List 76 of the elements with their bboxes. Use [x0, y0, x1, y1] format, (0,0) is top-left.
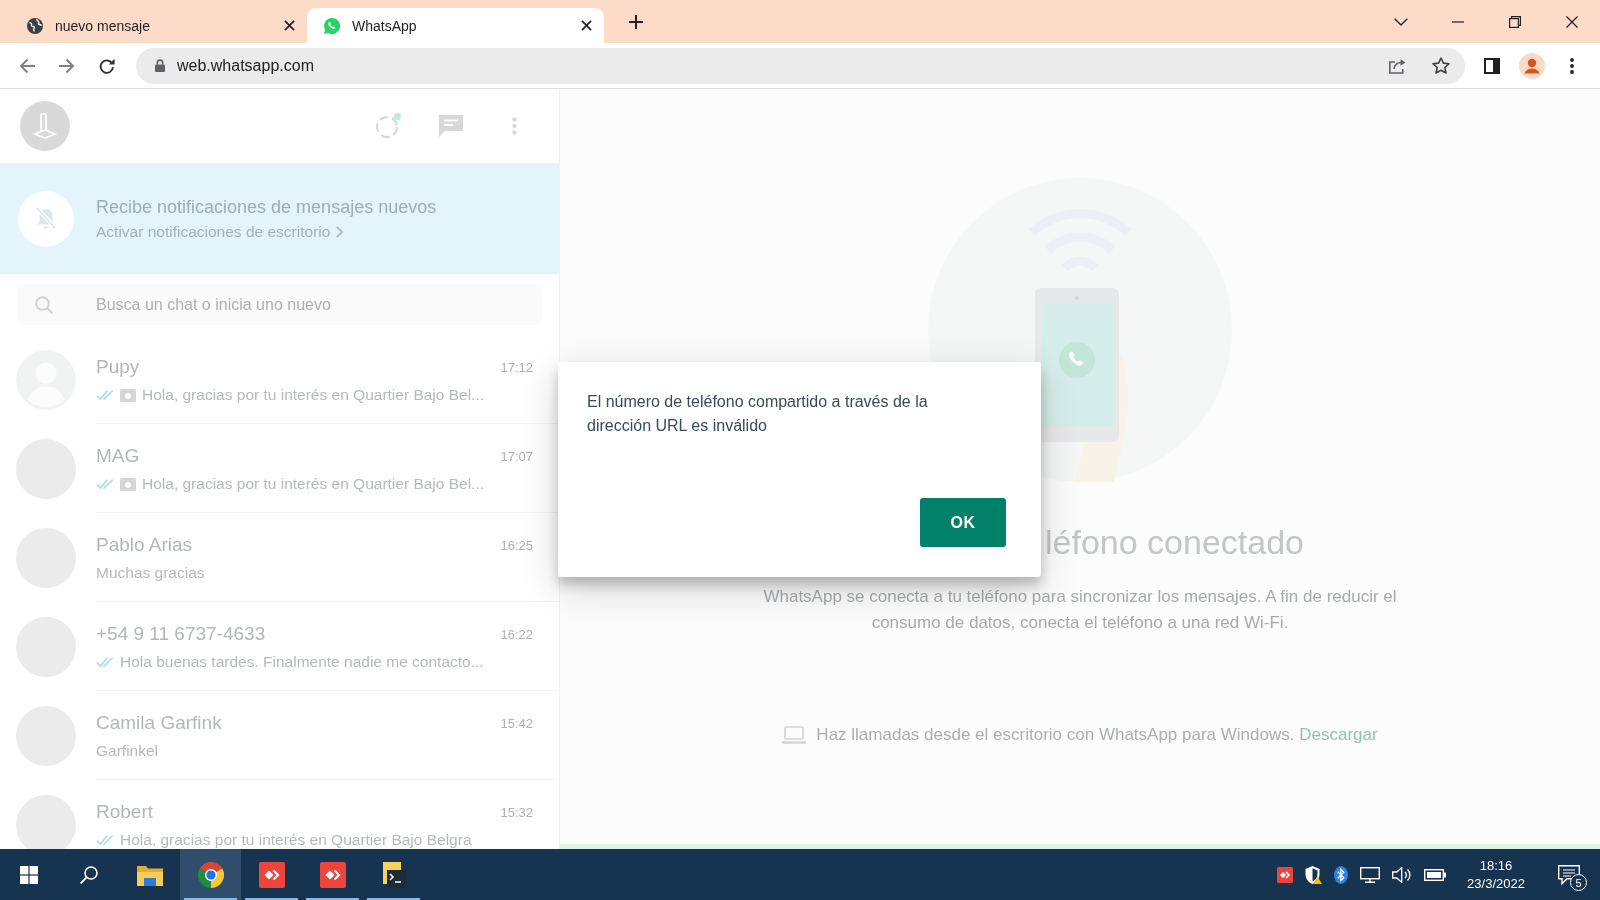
- chat-time: 16:22: [500, 626, 533, 642]
- message-preview: Hola buenas tardes. Finalmente nadie me contacto...: [120, 653, 484, 671]
- search-field[interactable]: Busca un chat o inicia uno nuevo: [17, 284, 542, 325]
- menu-icon: [511, 117, 517, 135]
- browser-icon: [197, 861, 224, 888]
- bluetooth-icon[interactable]: [1334, 865, 1348, 884]
- message-preview: Hola, gracias por tu interés en Quartier Bajo Belgra: [120, 831, 472, 849]
- network-icon[interactable]: [1360, 866, 1380, 883]
- globe-icon: [27, 17, 43, 34]
- chat-item[interactable]: MAG 17:07 Hola, gracias por tu interés en Quartier Bajo Bel...: [0, 424, 559, 513]
- chat-item[interactable]: Pablo Arias 16:25 Muchas gracias: [0, 513, 559, 602]
- chat-name: Pupy: [96, 356, 140, 378]
- arrow-right-icon: [59, 57, 75, 74]
- notification-center-button[interactable]: 5: [1538, 849, 1600, 900]
- reload-icon: [99, 57, 115, 74]
- intro-description: WhatsApp se conecta a tu teléfono para sincronizar los mensajes. A fin de reducir el consumo de datos, conecta el teléfono a una red Wi-Fi.: [762, 586, 1398, 634]
- message-preview: Hola, gracias por tu interés en Quartier Bajo Bel...: [142, 386, 485, 404]
- ok-button[interactable]: OK: [920, 498, 1006, 547]
- enable-notifications-link[interactable]: Activar notificaciones de escritorio: [96, 222, 344, 241]
- menu-icon: [1570, 57, 1574, 74]
- download-link[interactable]: Descargar: [1299, 725, 1378, 744]
- chat-time: 15:32: [500, 804, 533, 820]
- message-icon: [1558, 864, 1580, 885]
- status-ring-icon: [375, 113, 401, 139]
- folder-icon: [136, 863, 163, 886]
- taskbar-app-button[interactable]: [180, 849, 241, 900]
- volume-icon[interactable]: [1392, 866, 1412, 883]
- arrow-left-icon: [19, 57, 35, 74]
- chevron-right-icon: [336, 225, 344, 238]
- chat-time: 15:42: [500, 715, 533, 731]
- message-preview: Garfinkel: [96, 742, 159, 760]
- desktop-app-note: Haz llamadas desde el escritorio con WhatsApp para Windows. Descargar: [816, 724, 1378, 746]
- chat-name: +54 9 11 6737-4633: [96, 623, 266, 645]
- chat-item[interactable]: Pupy 17:12 Hola, gracias por tu interés en Quartier Bajo Bel...: [0, 335, 559, 424]
- chat-name: Camila Garfink: [96, 712, 222, 734]
- address-bar[interactable]: web.whatsapp.com: [136, 47, 1465, 84]
- person-icon: [1519, 52, 1545, 79]
- script-icon: [380, 861, 407, 888]
- side-panel-icon: [1484, 57, 1500, 74]
- chat-item[interactable]: +54 9 11 6737-4633 16:22 Hola buenas tardes. Finalmente nadie me contacto...: [0, 602, 559, 691]
- banner-title: Recibe notificaciones de mensajes nuevos: [96, 196, 437, 218]
- star-icon: [1432, 57, 1450, 74]
- chat-time: 17:12: [500, 359, 533, 375]
- dialog-message: El número de teléfono compartido a través de la dirección URL es inválido: [587, 392, 929, 436]
- message-preview: Hola, gracias por tu interés en Quartier Bajo Bel...: [142, 475, 485, 493]
- close-icon: [283, 20, 295, 31]
- chat-name: Robert: [96, 801, 154, 823]
- browser-tab[interactable]: nuevo mensaje: [10, 8, 307, 43]
- phone-bubble-icon: [324, 17, 340, 34]
- restore-icon: [1508, 15, 1521, 28]
- chat-name: MAG: [96, 445, 140, 467]
- chat-name: Pablo Arias: [96, 534, 193, 556]
- close-icon: [1565, 15, 1578, 28]
- chat-bubble-icon: [439, 115, 463, 137]
- intro-title: léfono conectado: [1045, 522, 1304, 562]
- search-icon: [79, 865, 98, 884]
- laptop-icon: [782, 726, 807, 744]
- lock-icon: [155, 59, 165, 72]
- message-preview: Muchas gracias: [96, 564, 205, 582]
- notification-count: 5: [1570, 874, 1587, 891]
- chevron-down-icon: [1393, 17, 1408, 26]
- windows-logo-icon: [20, 865, 38, 884]
- close-icon: [580, 20, 592, 31]
- plus-icon: [629, 14, 643, 29]
- search-icon: [35, 296, 53, 314]
- url-text: web.whatsapp.com: [177, 56, 315, 75]
- chat-item[interactable]: Camila Garfink 15:42 Garfinkel: [0, 691, 559, 780]
- battery-icon[interactable]: [1424, 868, 1446, 881]
- clock-button[interactable]: 18:16 23/3/2022: [1454, 849, 1538, 900]
- share-icon: [1388, 57, 1406, 74]
- minimize-icon: [1451, 20, 1464, 23]
- bell-off-icon: [18, 190, 74, 247]
- chat-time: 16:25: [500, 537, 533, 553]
- chat-time: 17:07: [500, 448, 533, 464]
- browser-tab[interactable]: WhatsApp: [307, 8, 604, 43]
- shield-icon[interactable]: [1305, 865, 1322, 884]
